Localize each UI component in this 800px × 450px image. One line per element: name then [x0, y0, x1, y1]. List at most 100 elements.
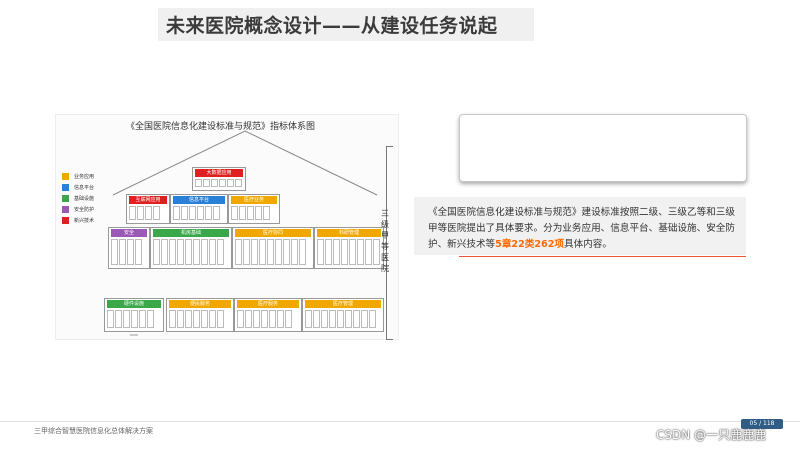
diagram-block-cells — [237, 310, 292, 328]
diagram-cell — [267, 239, 274, 265]
description-highlight: 5章22类262项 — [495, 239, 564, 250]
diagram-cell — [269, 310, 276, 328]
legend-label: 安全防护 — [74, 207, 95, 213]
diagram-cell — [195, 179, 202, 187]
diagram-cell — [337, 310, 344, 328]
diagram-cell — [153, 239, 160, 265]
diagram-block-header: 安全 — [111, 229, 147, 237]
legend-swatch — [62, 206, 69, 213]
diagram-block-cells — [129, 206, 160, 220]
empty-card — [459, 114, 747, 182]
diagram-cell — [263, 206, 270, 220]
diagram-cell — [353, 310, 360, 328]
diagram-block: 医疗业务 — [228, 194, 280, 224]
diagram-block-header: 医疗协同 — [235, 229, 311, 237]
diagram-cell — [129, 206, 136, 220]
diagram-cell — [253, 310, 260, 328]
diagram-cell — [123, 310, 130, 328]
diagram-cell — [357, 239, 364, 265]
footer-text: 三甲综合智慧医院信息化总体解决方案 — [34, 427, 153, 435]
diagram-cell — [333, 239, 340, 265]
diagram-cell — [201, 310, 208, 328]
diagram-cell — [341, 239, 348, 265]
diagram-cell — [305, 310, 312, 328]
diagram-block: 医疗管理 — [302, 298, 384, 332]
diagram-block-header: 信息平台 — [173, 196, 225, 204]
diagram-cell — [235, 179, 242, 187]
legend-item: 新兴技术 — [62, 215, 94, 226]
diagram-cell — [145, 206, 152, 220]
diagram-cell — [209, 310, 216, 328]
legend-item: 业务应用 — [62, 171, 94, 182]
diagram-block-header: 互联网应用 — [129, 196, 167, 204]
diagram-image: 《全国医院信息化建设标准与规范》指标体系图 业务应用 信息平台 基础设施 安全防护 新兴… — [55, 114, 399, 340]
side-label: 三级甲等医院 — [381, 209, 389, 273]
diagram-legend: 业务应用 信息平台 基础设施 安全防护 新兴技术 — [62, 171, 94, 226]
diagram-cell — [321, 310, 328, 328]
diagram-cell — [209, 239, 216, 265]
diagram-cell — [231, 206, 238, 220]
diagram-block-header: 便民服务 — [169, 300, 231, 308]
description-end: 具体内容。 — [564, 239, 612, 250]
diagram-cell — [243, 239, 250, 265]
diagram-block-cells — [173, 206, 220, 220]
diagram-cell — [169, 310, 176, 328]
diagram-block: 安全 — [108, 227, 150, 269]
diagram-block-cells — [231, 206, 270, 220]
diagram-cell — [115, 310, 122, 328]
diagram-cell — [185, 310, 192, 328]
diagram-block-header: 硬件设施 — [107, 300, 161, 308]
diagram-cell — [317, 239, 324, 265]
diagram-block-cells — [195, 179, 242, 187]
diagram-cell — [205, 206, 212, 220]
diagram-cell — [237, 310, 244, 328]
legend-swatch — [62, 195, 69, 202]
diagram-cell — [325, 239, 332, 265]
diagram-cell — [247, 206, 254, 220]
legend-label: 基础设施 — [74, 196, 95, 202]
legend-swatch — [62, 184, 69, 191]
diagram-cell — [193, 239, 200, 265]
diagram-block: 科研管理 — [314, 227, 384, 269]
description-text: 《全国医院信息化建设标准与规范》建设标准按照二级、三级乙等和三级甲等医院提出了具… — [428, 205, 740, 253]
diagram-block-header: 医疗服务 — [237, 300, 299, 308]
diagram-block: 机房基础 — [150, 227, 232, 269]
diagram-cell — [227, 179, 234, 187]
footer-divider — [0, 421, 800, 422]
diagram-cell — [259, 239, 266, 265]
diagram-cell — [217, 310, 224, 328]
diagram-cell — [161, 239, 168, 265]
diagram-cell — [235, 239, 242, 265]
diagram-cell — [245, 310, 252, 328]
diagram-cell — [137, 206, 144, 220]
diagram-block-cells — [305, 310, 376, 328]
legend-item: 安全防护 — [62, 204, 94, 215]
diagram-cell — [173, 206, 180, 220]
diagram-cell — [203, 179, 210, 187]
diagram-cell — [349, 239, 356, 265]
diagram-cell — [107, 310, 114, 328]
diagram-block-header: 大数据应用 — [195, 169, 243, 177]
diagram-block-cells — [107, 310, 154, 328]
diagram-cell — [313, 310, 320, 328]
diagram-cell — [361, 310, 368, 328]
diagram-block-header: 科研管理 — [317, 229, 381, 237]
diagram-block: 便民服务 — [166, 298, 234, 332]
diagram-cell — [193, 310, 200, 328]
diagram-cell — [189, 206, 196, 220]
diagram-cell — [147, 310, 154, 328]
diagram-cell — [217, 239, 224, 265]
diagram-cell — [285, 310, 292, 328]
diagram-cell — [185, 239, 192, 265]
diagram-cell — [111, 239, 118, 265]
diagram-block-header: 医疗业务 — [231, 196, 277, 204]
diagram-cell — [153, 206, 160, 220]
diagram-cell — [135, 239, 142, 265]
diagram-block-cells — [169, 310, 224, 328]
diagram-cell — [283, 239, 290, 265]
page-title: 未来医院概念设计——从建设任务说起 — [166, 15, 498, 37]
diagram-cell — [345, 310, 352, 328]
diagram-cell — [251, 239, 258, 265]
watermark: CSDN @一只鹿鹿鹿 — [656, 428, 767, 442]
diagram-cell — [369, 310, 376, 328]
